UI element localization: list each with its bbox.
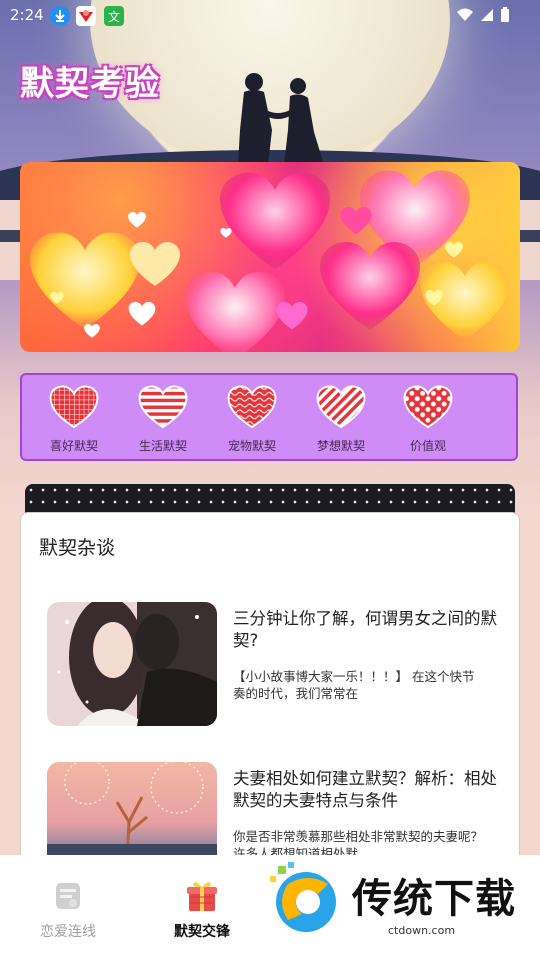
category-label: 喜好默契 (49, 439, 98, 453)
category-label: 价值观 (409, 439, 446, 453)
category-label: 梦想默契 (316, 439, 365, 453)
article-description: 【小小故事博大家一乐！！！】 在这个快节奏的时代，我们常常在 (233, 669, 475, 701)
article-thumbnail (47, 762, 217, 862)
nav-label: 恋爱连线 (40, 924, 96, 940)
app-icon: 文 (104, 6, 124, 26)
stripe-heart-icon (138, 385, 188, 429)
category-label: 宠物默契 (227, 439, 276, 453)
wave-heart-icon (227, 385, 277, 429)
category-item-dreams[interactable]: 梦想默契 (301, 385, 381, 454)
tab-love-connect[interactable]: 恋爱连线 (8, 879, 128, 941)
wifi-icon (457, 8, 473, 21)
category-label: 生活默契 (138, 439, 187, 453)
gift-icon (187, 882, 217, 911)
app-title: 默契考验 (20, 64, 160, 104)
status-right (456, 7, 510, 23)
category-item-life[interactable]: 生活默契 (123, 385, 203, 454)
hearts-banner[interactable] (20, 162, 520, 352)
watermark-url: ctdown.com (388, 924, 456, 937)
article-card: 默契杂谈 三分钟让你了解，何谓男女之间的默契? 【小小故事博大家一乐！！！】 在… (20, 512, 520, 872)
category-item-values[interactable]: 价值观 (388, 385, 468, 454)
diagonal-heart-icon (316, 385, 366, 429)
hearts-banner-image (30, 170, 510, 352)
category-item-pets[interactable]: 宠物默契 (212, 385, 292, 454)
couple-photo-image (47, 602, 217, 726)
svg-text:文: 文 (108, 9, 120, 24)
download-icon (50, 6, 70, 26)
signal-icon (481, 9, 493, 21)
nav-label: 默契交锋 (174, 924, 230, 940)
couple-silhouette-image (238, 73, 324, 165)
watermark-overlay: 传统下载 ctdown.com (268, 862, 528, 942)
tab-chemistry-duel[interactable]: 默契交锋 (142, 879, 262, 941)
status-bar: 2:24 文 (0, 0, 540, 32)
dot-heart-icon (403, 385, 453, 429)
battery-icon (501, 7, 509, 22)
fireworks-photo-image (47, 762, 217, 862)
category-bar: 喜好默契 生活默契 宠物默契 梦想默契 价值观 (20, 373, 518, 461)
watermark-brand: 传统下载 (352, 876, 516, 922)
watermark-logo-icon (270, 862, 336, 932)
article-item[interactable]: 三分钟让你了解，何谓男女之间的默契? 【小小故事博大家一乐！！！】 在这个快节奏… (47, 602, 507, 732)
grid-heart-icon (49, 385, 99, 429)
article-title: 夫妻相处如何建立默契？解析：相处默契的夫妻特点与条件 (233, 769, 497, 810)
message-icon (56, 883, 80, 909)
article-title: 三分钟让你了解，何谓男女之间的默契? (233, 609, 497, 650)
article-item[interactable]: 夫妻相处如何建立默契？解析：相处默契的夫妻特点与条件 你是否非常羡慕那些相处非常… (47, 762, 507, 862)
article-thumbnail (47, 602, 217, 726)
status-time: 2:24 (10, 6, 44, 24)
app-icon (76, 6, 96, 26)
section-title: 默契杂谈 (39, 537, 116, 559)
category-item-likes[interactable]: 喜好默契 (34, 385, 114, 454)
